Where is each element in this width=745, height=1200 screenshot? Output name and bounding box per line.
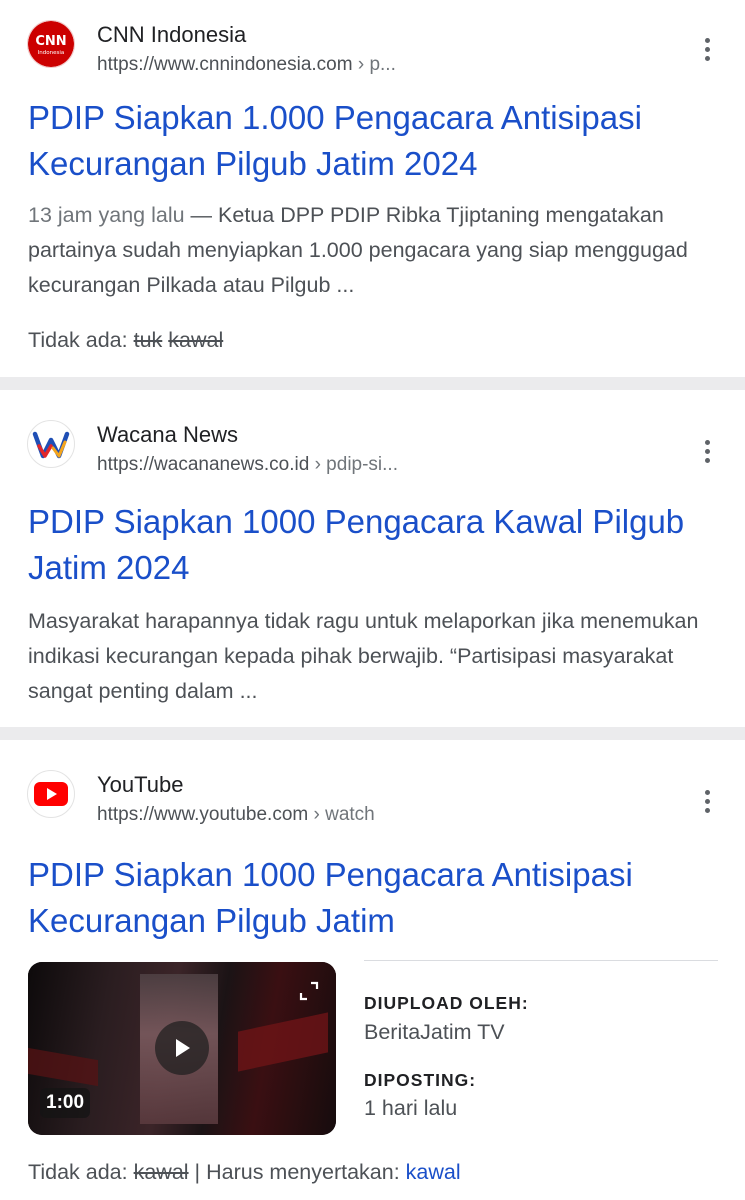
result-divider xyxy=(0,727,745,740)
site-name: YouTube xyxy=(97,772,184,797)
missing-term: tuk xyxy=(133,328,163,352)
wacana-news-favicon-icon xyxy=(27,420,75,468)
svg-text:Indonesia: Indonesia xyxy=(38,50,65,56)
snippet-date: 13 jam yang lalu xyxy=(28,203,185,227)
site-url: https://www.cnnindonesia.com › p... xyxy=(97,52,396,78)
missing-term: kawal xyxy=(133,1160,189,1184)
posted-value: 1 hari lalu xyxy=(364,1096,458,1120)
more-options-icon[interactable] xyxy=(699,785,715,817)
site-info[interactable]: Wacana News https://wacananews.co.id › p… xyxy=(27,420,745,476)
url-crumb: › pdip-si... xyxy=(309,454,398,475)
uploaded-by-label: DIUPLOAD OLEH: xyxy=(364,993,529,1013)
result-divider xyxy=(0,377,745,390)
url-crumb: › watch xyxy=(308,804,375,825)
svg-text:CNN: CNN xyxy=(35,34,66,49)
play-icon[interactable] xyxy=(155,1021,209,1075)
more-options-icon[interactable] xyxy=(699,435,715,467)
must-include-label: | Harus menyertakan: xyxy=(188,1160,406,1184)
url-text: https://www.youtube.com xyxy=(97,804,309,825)
video-thumbnail[interactable]: 1:00 xyxy=(28,962,336,1135)
uploaded-by-value: BeritaJatim TV xyxy=(364,1020,505,1044)
missing-terms: Tidak ada: tuk kawal xyxy=(28,325,223,355)
site-info[interactable]: YouTube https://www.youtube.com › watch xyxy=(27,770,745,826)
search-result-wacana: Wacana News https://wacananews.co.id › p… xyxy=(0,390,745,727)
url-text: https://wacananews.co.id xyxy=(97,454,310,475)
site-info[interactable]: CNN Indonesia CNN Indonesia https://www.… xyxy=(27,20,745,76)
snippet-separator: — xyxy=(184,203,219,227)
video-duration: 1:00 xyxy=(40,1088,91,1118)
youtube-favicon-icon xyxy=(27,770,75,818)
url-text: https://www.cnnindonesia.com xyxy=(97,54,353,75)
missing-label: Tidak ada: xyxy=(28,1160,128,1184)
site-name: Wacana News xyxy=(97,422,239,447)
meta-divider xyxy=(364,960,718,961)
result-title-link[interactable]: PDIP Siapkan 1.000 Pengacara Antisipasi … xyxy=(28,95,718,187)
must-include-term-link[interactable]: kawal xyxy=(406,1160,461,1184)
missing-label: Tidak ada: xyxy=(28,328,128,352)
url-crumb: › p... xyxy=(352,54,396,75)
result-title-link[interactable]: PDIP Siapkan 1000 Pengacara Kawal Pilgub… xyxy=(28,499,718,591)
result-title-link[interactable]: PDIP Siapkan 1000 Pengacara Antisipasi K… xyxy=(28,852,718,944)
more-options-icon[interactable] xyxy=(699,33,715,65)
site-name: CNN Indonesia xyxy=(97,22,247,47)
search-result-cnn: CNN Indonesia CNN Indonesia https://www.… xyxy=(0,0,745,377)
site-url: https://wacananews.co.id › pdip-si... xyxy=(97,452,398,478)
cnn-indonesia-favicon-icon: CNN Indonesia xyxy=(27,20,75,68)
result-snippet: 13 jam yang lalu — Ketua DPP PDIP Ribka … xyxy=(28,198,718,303)
expand-icon[interactable] xyxy=(298,980,320,1002)
posted-label: DIPOSTING: xyxy=(364,1070,477,1090)
missing-term: kawal xyxy=(168,328,224,352)
site-url: https://www.youtube.com › watch xyxy=(97,802,375,828)
result-snippet: Masyarakat harapannya tidak ragu untuk m… xyxy=(28,609,699,703)
missing-terms: Tidak ada: kawal | Harus menyertakan: ka… xyxy=(28,1157,461,1187)
